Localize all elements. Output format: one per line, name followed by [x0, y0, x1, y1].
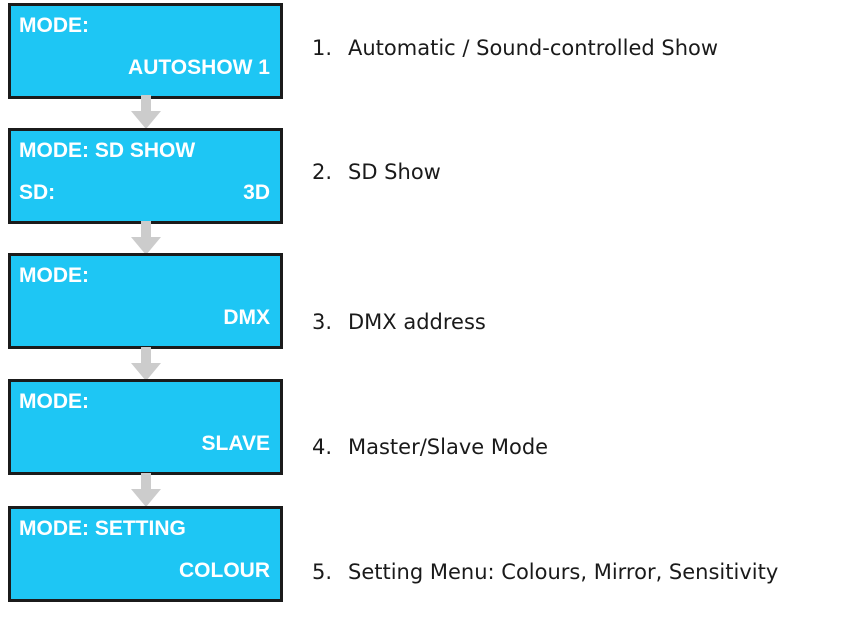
- step-number: 5.: [312, 560, 333, 584]
- step-description: Automatic / Sound-controlled Show: [348, 36, 719, 60]
- down-arrow-icon: [131, 95, 161, 129]
- down-arrow-icon: [131, 473, 161, 507]
- step-number: 4.: [312, 435, 333, 459]
- lcd-line-1: MODE: SETTING: [19, 517, 186, 540]
- step-number: 1.: [312, 36, 333, 60]
- step-number: 3.: [312, 310, 333, 334]
- step-description: Master/Slave Mode: [348, 435, 549, 459]
- step-description: SD Show: [348, 160, 441, 184]
- lcd-line-2-right: SLAVE: [201, 432, 270, 455]
- lcd-line-2-right: 3D: [243, 181, 270, 204]
- step-label-2: 2. SD Show: [312, 160, 441, 184]
- step-number: 2.: [312, 160, 333, 184]
- down-arrow-icon: [131, 221, 161, 255]
- lcd-display-setting: MODE: SETTING COLOUR: [8, 506, 283, 602]
- step-label-3: 3. DMX address: [312, 310, 486, 334]
- lcd-line-2-right: AUTOSHOW 1: [128, 56, 270, 79]
- lcd-display-sd-show: MODE: SD SHOW SD: 3D: [8, 128, 283, 224]
- down-arrow-icon: [131, 347, 161, 381]
- lcd-line-2-right: COLOUR: [179, 559, 270, 582]
- lcd-display-autoshow: MODE: AUTOSHOW 1: [8, 3, 283, 99]
- lcd-display-slave: MODE: SLAVE: [8, 379, 283, 475]
- lcd-line-1: MODE:: [19, 390, 89, 413]
- lcd-line-1: MODE: SD SHOW: [19, 139, 196, 162]
- lcd-line-2-left: SD:: [19, 181, 56, 204]
- step-description: Setting Menu: Colours, Mirror, Sensitivi…: [348, 560, 779, 584]
- lcd-line-1: MODE:: [19, 264, 89, 287]
- lcd-line-2-right: DMX: [223, 306, 270, 329]
- step-label-4: 4. Master/Slave Mode: [312, 435, 548, 459]
- step-label-1: 1. Automatic / Sound-controlled Show: [312, 36, 718, 60]
- lcd-display-dmx: MODE: DMX: [8, 253, 283, 349]
- lcd-line-1: MODE:: [19, 14, 89, 37]
- step-description: DMX address: [348, 310, 486, 334]
- step-label-5: 5. Setting Menu: Colours, Mirror, Sensiti…: [312, 560, 778, 584]
